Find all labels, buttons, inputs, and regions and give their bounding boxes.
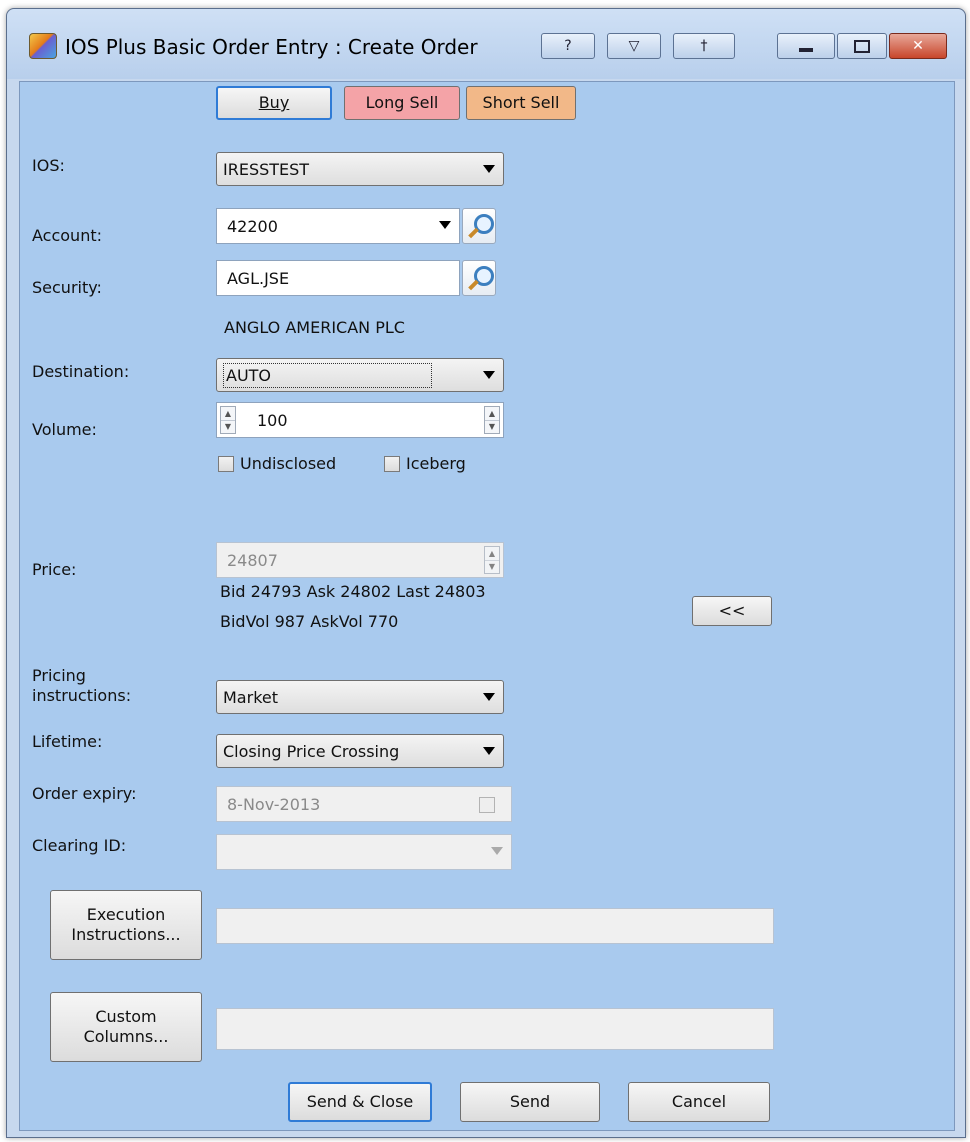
ios-dropdown[interactable]: IRESSTEST bbox=[216, 152, 504, 186]
stepper-up-icon: ▲ bbox=[485, 407, 499, 421]
security-field[interactable]: AGL.JSE bbox=[216, 260, 460, 296]
menu-dropdown-button[interactable]: ▽ bbox=[607, 33, 661, 59]
account-search-button[interactable] bbox=[462, 208, 496, 244]
chevron-down-icon[interactable] bbox=[439, 221, 451, 229]
undisclosed-checkbox[interactable] bbox=[218, 456, 234, 472]
pricing-instructions-value: Market bbox=[223, 687, 278, 707]
pin-button[interactable]: † bbox=[673, 33, 735, 59]
order-entry-window: IOS Plus Basic Order Entry : Create Orde… bbox=[6, 8, 966, 1138]
custom-columns-field[interactable] bbox=[216, 1008, 774, 1050]
custom-columns-button[interactable]: Custom Columns... bbox=[50, 992, 202, 1062]
security-search-button[interactable] bbox=[462, 260, 496, 296]
cancel-label: Cancel bbox=[671, 1092, 727, 1111]
security-label: Security: bbox=[32, 278, 102, 297]
ios-value: IRESSTEST bbox=[223, 159, 310, 179]
long-sell-button[interactable]: Long Sell bbox=[344, 86, 460, 120]
price-field[interactable]: 24807 bbox=[216, 542, 504, 578]
volume-value: 100 bbox=[257, 410, 288, 430]
iceberg-checkbox[interactable] bbox=[384, 456, 400, 472]
help-button[interactable]: ? bbox=[541, 33, 595, 59]
chevron-down-icon bbox=[483, 693, 495, 701]
copy-price-button[interactable]: << bbox=[692, 596, 772, 626]
long-sell-label: Long Sell bbox=[365, 93, 439, 112]
pricing-instructions-dropdown[interactable]: Market bbox=[216, 680, 504, 714]
clearing-id-label: Clearing ID: bbox=[32, 836, 127, 855]
security-value: AGL.JSE bbox=[227, 268, 290, 288]
volume-field[interactable]: 100 bbox=[216, 402, 504, 438]
chevron-down-icon bbox=[483, 371, 495, 379]
ios-label: IOS: bbox=[32, 156, 65, 175]
quote-line-2: BidVol 987 AskVol 770 bbox=[220, 612, 399, 631]
stepper-down-icon: ▼ bbox=[224, 422, 232, 432]
account-value: 42200 bbox=[227, 216, 278, 236]
send-label: Send bbox=[509, 1092, 551, 1111]
minimize-icon bbox=[799, 48, 813, 52]
magnifier-handle bbox=[468, 227, 479, 239]
app-icon bbox=[29, 33, 57, 59]
help-icon: ? bbox=[564, 38, 572, 54]
destination-value: AUTO bbox=[223, 362, 433, 388]
title-bar[interactable]: IOS Plus Basic Order Entry : Create Orde… bbox=[7, 9, 965, 79]
execution-instructions-field[interactable] bbox=[216, 908, 774, 944]
lifetime-label: Lifetime: bbox=[32, 732, 103, 751]
minimize-button[interactable] bbox=[777, 33, 835, 59]
stepper-down-icon: ▼ bbox=[488, 422, 496, 432]
security-name: ANGLO AMERICAN PLC bbox=[224, 318, 405, 337]
short-sell-label: Short Sell bbox=[482, 93, 560, 112]
order-expiry-label: Order expiry: bbox=[32, 784, 137, 803]
stepper-up-icon: ▲ bbox=[485, 547, 499, 561]
copy-price-label: << bbox=[718, 601, 746, 620]
send-close-label: Send & Close bbox=[306, 1092, 414, 1111]
price-value: 24807 bbox=[227, 550, 278, 570]
custom-label-line1: Custom bbox=[95, 1007, 157, 1026]
quote-line-1: Bid 24793 Ask 24802 Last 24803 bbox=[220, 582, 486, 601]
pin-icon: † bbox=[700, 38, 708, 54]
pricing-label-line2: instructions: bbox=[32, 686, 132, 705]
close-icon: ✕ bbox=[912, 38, 924, 54]
price-label: Price: bbox=[32, 560, 77, 579]
clearing-id-dropdown[interactable] bbox=[216, 834, 512, 870]
stepper-down-icon: ▼ bbox=[488, 562, 496, 572]
order-expiry-field[interactable]: 8-Nov-2013 bbox=[216, 786, 512, 822]
order-expiry-value: 8-Nov-2013 bbox=[227, 794, 321, 814]
account-label: Account: bbox=[32, 226, 102, 245]
order-form-panel: Buy Long Sell Short Sell IOS: IRESSTEST … bbox=[19, 81, 955, 1131]
lifetime-dropdown[interactable]: Closing Price Crossing bbox=[216, 734, 504, 768]
maximize-button[interactable] bbox=[837, 33, 887, 59]
buy-label: Buy bbox=[258, 93, 290, 112]
magnifier-handle bbox=[468, 279, 479, 291]
short-sell-button[interactable]: Short Sell bbox=[466, 86, 576, 120]
window-title: IOS Plus Basic Order Entry : Create Orde… bbox=[65, 35, 478, 59]
execution-label-line2: Instructions... bbox=[71, 925, 181, 944]
chevron-down-icon bbox=[491, 847, 503, 855]
stepper-up-icon: ▲ bbox=[221, 407, 235, 421]
cancel-button[interactable]: Cancel bbox=[628, 1082, 770, 1122]
pricing-label-line1: Pricing bbox=[32, 666, 86, 685]
account-field[interactable]: 42200 bbox=[216, 208, 460, 244]
destination-dropdown[interactable]: AUTO bbox=[216, 358, 504, 392]
execution-label-line1: Execution bbox=[86, 905, 166, 924]
lifetime-value: Closing Price Crossing bbox=[223, 741, 400, 761]
iceberg-label: Iceberg bbox=[406, 454, 466, 473]
buy-button[interactable]: Buy bbox=[216, 86, 332, 120]
execution-instructions-button[interactable]: Execution Instructions... bbox=[50, 890, 202, 960]
destination-label: Destination: bbox=[32, 362, 130, 381]
send-close-button[interactable]: Send & Close bbox=[288, 1082, 432, 1122]
calendar-icon[interactable] bbox=[479, 797, 495, 813]
price-stepper[interactable]: ▲ ▼ bbox=[484, 546, 500, 574]
maximize-icon bbox=[854, 39, 870, 53]
volume-right-stepper[interactable]: ▲ ▼ bbox=[484, 406, 500, 434]
chevron-down-icon bbox=[483, 165, 495, 173]
chevron-down-icon bbox=[483, 747, 495, 755]
custom-label-line2: Columns... bbox=[83, 1027, 169, 1046]
undisclosed-label: Undisclosed bbox=[240, 454, 337, 473]
volume-label: Volume: bbox=[32, 420, 97, 439]
pricing-instructions-label: Pricing instructions: bbox=[32, 666, 131, 706]
triangle-down-icon: ▽ bbox=[628, 38, 640, 54]
send-button[interactable]: Send bbox=[460, 1082, 600, 1122]
close-button[interactable]: ✕ bbox=[889, 33, 947, 59]
volume-left-stepper[interactable]: ▲ ▼ bbox=[220, 406, 236, 434]
